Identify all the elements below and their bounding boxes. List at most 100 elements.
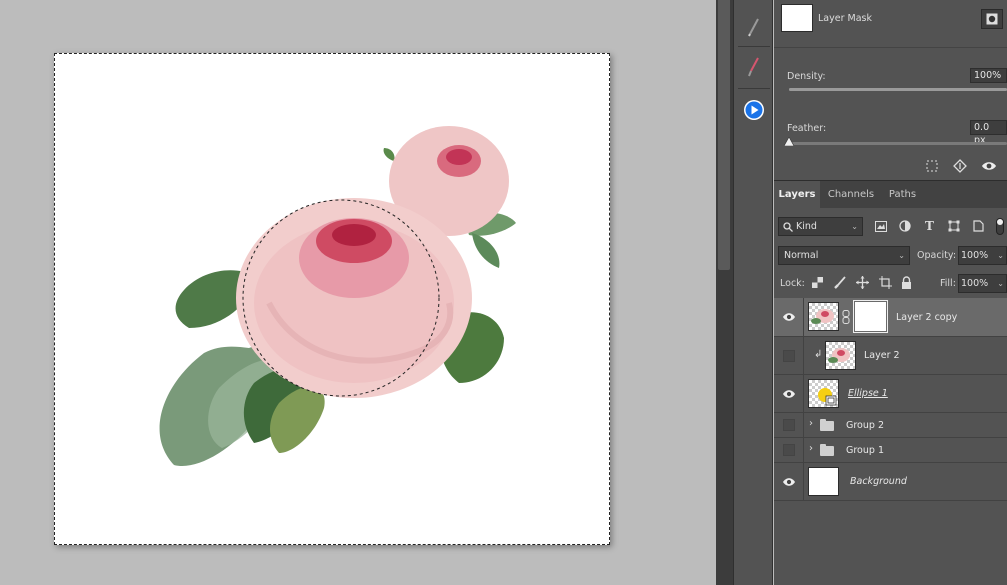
layer-mask-label: Layer Mask (818, 13, 872, 24)
leaf-shape (383, 148, 395, 161)
density-value-field[interactable]: 100% (970, 68, 1007, 83)
smart-object-filter-icon[interactable] (973, 220, 984, 232)
tab-paths[interactable]: Paths (880, 181, 925, 209)
mask-link-icon[interactable] (842, 310, 850, 324)
hidden-visibility-box (782, 419, 795, 431)
hidden-visibility-box (782, 444, 795, 456)
mask-thumbnail (781, 4, 813, 32)
density-label: Density: (787, 71, 826, 82)
apply-mask-icon[interactable] (953, 159, 967, 173)
chevron-down-icon: ⌄ (997, 279, 1004, 288)
feather-label: Feather: (787, 123, 827, 134)
scrollbar-thumb[interactable] (718, 0, 730, 270)
filter-kind-label: Kind (796, 221, 817, 232)
properties-footer (774, 152, 1007, 180)
folder-icon (820, 444, 834, 456)
layer-thumbnail (808, 379, 839, 408)
tab-layers[interactable]: Layers (774, 181, 820, 209)
chevron-right-icon[interactable]: › (809, 443, 813, 454)
shape-filter-icon[interactable] (948, 220, 960, 232)
panel-tabs: Layers Channels Paths (774, 180, 1007, 209)
layer-thumbnail (825, 341, 856, 370)
filter-toggle[interactable] (996, 218, 1004, 235)
eye-icon (782, 477, 795, 486)
type-filter-icon[interactable]: T (925, 219, 934, 233)
layer-thumbnail (808, 302, 839, 331)
select-pixel-mask-button[interactable] (981, 9, 1003, 29)
pixel-filter-icon[interactable] (875, 221, 887, 232)
opacity-field[interactable]: 100% ⌄ (958, 246, 1007, 265)
lock-label: Lock: (780, 278, 805, 289)
adjustment-filter-icon[interactable] (899, 220, 911, 232)
layer-visibility-toggle[interactable] (774, 463, 804, 500)
leaf-shape (472, 233, 500, 268)
layer-name[interactable]: Group 2 (846, 420, 884, 431)
actions-button[interactable] (738, 95, 770, 125)
chevron-down-icon: ⌄ (851, 222, 858, 231)
layer-visibility-toggle[interactable] (774, 298, 804, 336)
feather-slider[interactable] (784, 137, 1007, 146)
tab-channels[interactable]: Channels (822, 181, 880, 209)
lock-all-icon[interactable] (901, 276, 912, 289)
layer-row-layer-2[interactable]: ↲ Layer 2 (774, 337, 1007, 375)
feather-value-field[interactable]: 0.0 px (970, 120, 1007, 146)
layer-name[interactable]: Layer 2 copy (896, 312, 957, 323)
density-slider[interactable] (789, 88, 1007, 91)
visibility-eye-icon[interactable] (981, 160, 997, 172)
lock-transparent-pixels-icon[interactable] (812, 277, 823, 288)
brush-icon (748, 18, 759, 37)
divider (738, 46, 770, 47)
rose-thumbnail-icon (828, 348, 850, 363)
layer-mask-row: Layer Mask (774, 0, 1007, 42)
fill-field[interactable]: 100% ⌄ (958, 274, 1007, 293)
search-icon (783, 222, 793, 232)
blend-mode-select[interactable]: Normal ⌄ (778, 246, 910, 265)
layer-mask-thumbnail[interactable] (853, 300, 888, 333)
layer-row-group-1[interactable]: › Group 1 (774, 438, 1007, 463)
vertical-scrollbar[interactable] (716, 0, 733, 585)
eye-icon (782, 389, 795, 398)
chevron-right-icon[interactable]: › (809, 418, 813, 429)
blend-mode-value: Normal (784, 250, 819, 261)
eye-icon (782, 313, 795, 321)
folder-icon (820, 419, 834, 431)
lock-artboard-icon[interactable] (879, 276, 892, 289)
layer-visibility-toggle[interactable] (774, 413, 804, 437)
right-panels: Layer Mask Density: 100% Feather: 0.0 px (774, 0, 1007, 585)
layer-name[interactable]: Group 1 (846, 445, 884, 456)
layer-row-background[interactable]: Background (774, 463, 1007, 501)
chevron-down-icon: ⌄ (997, 251, 1004, 260)
pixel-mask-icon (986, 13, 998, 25)
chevron-down-icon: ⌄ (898, 251, 905, 260)
fill-label: Fill: (940, 278, 956, 289)
layer-visibility-toggle[interactable] (774, 375, 804, 412)
rose-thumbnail-icon (811, 309, 834, 324)
layer-thumbnail (808, 467, 839, 496)
density-slider-fill (789, 88, 1007, 91)
layer-filter-kind[interactable]: Kind ⌄ (778, 217, 863, 236)
layer-visibility-toggle[interactable] (774, 337, 804, 374)
layer-name[interactable]: Layer 2 (864, 350, 900, 361)
fill-value: 100% (961, 278, 989, 289)
clipping-arrow-icon: ↲ (814, 349, 823, 360)
divider (774, 47, 1007, 48)
layer-row-layer-2-copy[interactable]: Layer 2 copy (774, 298, 1007, 337)
layer-row-ellipse-1[interactable]: Ellipse 1 (774, 375, 1007, 413)
load-selection-icon[interactable] (926, 160, 938, 172)
play-icon (744, 100, 764, 120)
layer-name[interactable]: Ellipse 1 (848, 388, 888, 399)
colored-brush-icon (748, 57, 759, 77)
divider (738, 88, 770, 89)
layer-row-group-2[interactable]: › Group 2 (774, 413, 1007, 438)
lock-image-pixels-icon[interactable] (834, 276, 846, 289)
lock-position-icon[interactable] (856, 276, 869, 289)
filter-toggle-knob (997, 219, 1003, 225)
opacity-value: 100% (961, 250, 989, 261)
ellipse-thumbnail-icon (818, 388, 837, 406)
layer-name[interactable]: Background (850, 476, 907, 487)
feather-slider-handle[interactable] (784, 137, 794, 146)
brush-settings-button[interactable] (738, 52, 770, 82)
brush-presets-button[interactable] (738, 12, 770, 42)
layer-visibility-toggle[interactable] (774, 438, 804, 462)
hidden-visibility-box (782, 349, 795, 362)
